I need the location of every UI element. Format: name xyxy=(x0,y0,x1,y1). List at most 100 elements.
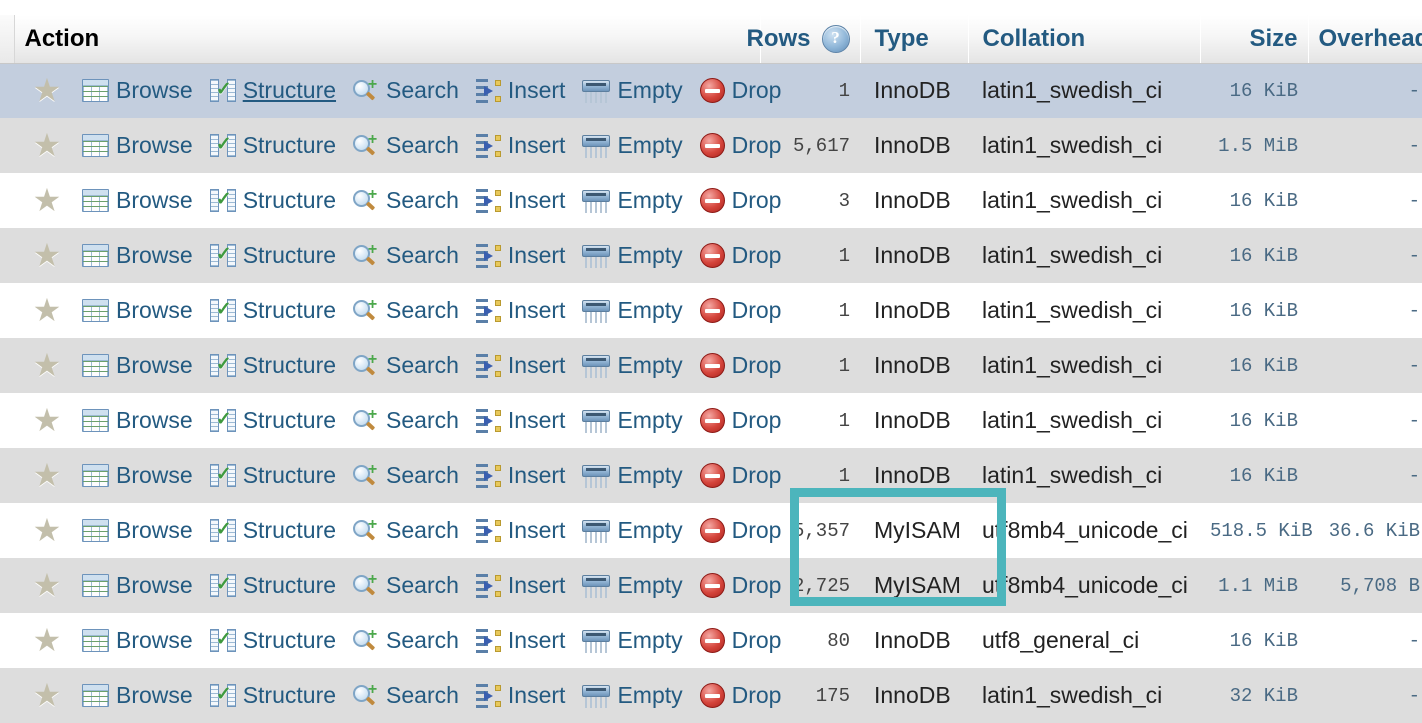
table-row[interactable]: ★Browse✓Structure+SearchInsertEmptyDrop1… xyxy=(0,448,1422,503)
action-structure-link[interactable]: ✓Structure xyxy=(210,409,336,432)
action-search-link[interactable]: +Search xyxy=(353,134,459,158)
action-drop-link[interactable]: Drop xyxy=(700,78,782,103)
action-drop-link[interactable]: Drop xyxy=(700,573,782,598)
action-empty-link[interactable]: Empty xyxy=(582,244,682,268)
action-drop-link[interactable]: Drop xyxy=(700,463,782,488)
action-empty-link[interactable]: Empty xyxy=(582,79,682,103)
action-insert-link[interactable]: Insert xyxy=(476,134,566,158)
action-insert-link[interactable]: Insert xyxy=(476,574,566,598)
action-search-link[interactable]: +Search xyxy=(353,629,459,653)
table-row[interactable]: ★Browse✓Structure+SearchInsertEmptyDrop1… xyxy=(0,668,1422,723)
table-row[interactable]: ★Browse✓Structure+SearchInsertEmptyDrop1… xyxy=(0,228,1422,283)
header-action[interactable]: Action xyxy=(14,15,760,63)
favorite-star-icon[interactable]: ★ xyxy=(32,76,62,105)
action-browse-link[interactable]: Browse xyxy=(82,409,193,432)
table-row[interactable]: ★Browse✓Structure+SearchInsertEmptyDrop1… xyxy=(0,63,1422,118)
header-rows[interactable]: Rows ? xyxy=(760,15,860,63)
action-drop-link[interactable]: Drop xyxy=(700,408,782,433)
action-search-link[interactable]: +Search xyxy=(353,299,459,323)
action-browse-link[interactable]: Browse xyxy=(82,684,193,707)
favorite-star-icon[interactable]: ★ xyxy=(32,681,62,710)
favorite-star-icon[interactable]: ★ xyxy=(32,571,62,600)
action-insert-link[interactable]: Insert xyxy=(476,519,566,543)
action-insert-link[interactable]: Insert xyxy=(476,79,566,103)
favorite-star-icon[interactable]: ★ xyxy=(32,406,62,435)
action-empty-link[interactable]: Empty xyxy=(582,299,682,323)
favorite-star-icon[interactable]: ★ xyxy=(32,131,62,160)
action-drop-link[interactable]: Drop xyxy=(700,243,782,268)
action-structure-link[interactable]: ✓Structure xyxy=(210,574,336,597)
favorite-star-icon[interactable]: ★ xyxy=(32,516,62,545)
action-structure-link[interactable]: ✓Structure xyxy=(210,464,336,487)
action-browse-link[interactable]: Browse xyxy=(82,574,193,597)
action-insert-link[interactable]: Insert xyxy=(476,354,566,378)
action-insert-link[interactable]: Insert xyxy=(476,629,566,653)
action-browse-link[interactable]: Browse xyxy=(82,464,193,487)
header-overhead[interactable]: Overhead xyxy=(1308,15,1422,63)
table-row[interactable]: ★Browse✓Structure+SearchInsertEmptyDrop3… xyxy=(0,173,1422,228)
action-empty-link[interactable]: Empty xyxy=(582,684,682,708)
action-drop-link[interactable]: Drop xyxy=(700,353,782,378)
action-drop-link[interactable]: Drop xyxy=(700,628,782,653)
action-structure-link[interactable]: ✓Structure xyxy=(210,299,336,322)
table-row[interactable]: ★Browse✓Structure+SearchInsertEmptyDrop1… xyxy=(0,283,1422,338)
action-browse-link[interactable]: Browse xyxy=(82,134,193,157)
header-type[interactable]: Type xyxy=(860,15,968,63)
action-structure-link[interactable]: ✓Structure xyxy=(210,354,336,377)
favorite-star-icon[interactable]: ★ xyxy=(32,626,62,655)
header-collation[interactable]: Collation xyxy=(968,15,1200,63)
action-search-link[interactable]: +Search xyxy=(353,464,459,488)
action-browse-link[interactable]: Browse xyxy=(82,299,193,322)
action-search-link[interactable]: +Search xyxy=(353,354,459,378)
action-drop-link[interactable]: Drop xyxy=(700,133,782,158)
action-structure-link[interactable]: ✓Structure xyxy=(210,79,336,102)
action-insert-link[interactable]: Insert xyxy=(476,299,566,323)
action-browse-link[interactable]: Browse xyxy=(82,519,193,542)
action-structure-link[interactable]: ✓Structure xyxy=(210,519,336,542)
action-search-link[interactable]: +Search xyxy=(353,519,459,543)
action-search-link[interactable]: +Search xyxy=(353,189,459,213)
table-row[interactable]: ★Browse✓Structure+SearchInsertEmptyDrop1… xyxy=(0,393,1422,448)
action-empty-link[interactable]: Empty xyxy=(582,574,682,598)
action-search-link[interactable]: +Search xyxy=(353,244,459,268)
action-browse-link[interactable]: Browse xyxy=(82,244,193,267)
table-row[interactable]: ★Browse✓Structure+SearchInsertEmptyDrop2… xyxy=(0,558,1422,613)
table-row[interactable]: ★Browse✓Structure+SearchInsertEmptyDrop1… xyxy=(0,338,1422,393)
favorite-star-icon[interactable]: ★ xyxy=(32,241,62,270)
favorite-star-icon[interactable]: ★ xyxy=(32,186,62,215)
action-empty-link[interactable]: Empty xyxy=(582,409,682,433)
action-insert-link[interactable]: Insert xyxy=(476,244,566,268)
header-size[interactable]: Size xyxy=(1200,15,1308,63)
action-empty-link[interactable]: Empty xyxy=(582,134,682,158)
action-search-link[interactable]: +Search xyxy=(353,684,459,708)
action-structure-link[interactable]: ✓Structure xyxy=(210,684,336,707)
table-row[interactable]: ★Browse✓Structure+SearchInsertEmptyDrop5… xyxy=(0,503,1422,558)
action-insert-link[interactable]: Insert xyxy=(476,684,566,708)
help-circle-icon[interactable]: ? xyxy=(822,25,850,53)
action-insert-link[interactable]: Insert xyxy=(476,464,566,488)
action-search-link[interactable]: +Search xyxy=(353,409,459,433)
action-search-link[interactable]: +Search xyxy=(353,574,459,598)
table-row[interactable]: ★Browse✓Structure+SearchInsertEmptyDrop5… xyxy=(0,118,1422,173)
action-empty-link[interactable]: Empty xyxy=(582,354,682,378)
action-drop-link[interactable]: Drop xyxy=(700,683,782,708)
action-browse-link[interactable]: Browse xyxy=(82,629,193,652)
favorite-star-icon[interactable]: ★ xyxy=(32,461,62,490)
action-empty-link[interactable]: Empty xyxy=(582,629,682,653)
action-browse-link[interactable]: Browse xyxy=(82,79,193,102)
favorite-star-icon[interactable]: ★ xyxy=(32,351,62,380)
action-empty-link[interactable]: Empty xyxy=(582,464,682,488)
action-search-link[interactable]: +Search xyxy=(353,79,459,103)
action-structure-link[interactable]: ✓Structure xyxy=(210,244,336,267)
action-structure-link[interactable]: ✓Structure xyxy=(210,189,336,212)
action-structure-link[interactable]: ✓Structure xyxy=(210,134,336,157)
table-row[interactable]: ★Browse✓Structure+SearchInsertEmptyDrop8… xyxy=(0,613,1422,668)
action-insert-link[interactable]: Insert xyxy=(476,409,566,433)
favorite-star-icon[interactable]: ★ xyxy=(32,296,62,325)
action-empty-link[interactable]: Empty xyxy=(582,189,682,213)
action-browse-link[interactable]: Browse xyxy=(82,189,193,212)
action-browse-link[interactable]: Browse xyxy=(82,354,193,377)
action-drop-link[interactable]: Drop xyxy=(700,518,782,543)
action-drop-link[interactable]: Drop xyxy=(700,298,782,323)
action-empty-link[interactable]: Empty xyxy=(582,519,682,543)
